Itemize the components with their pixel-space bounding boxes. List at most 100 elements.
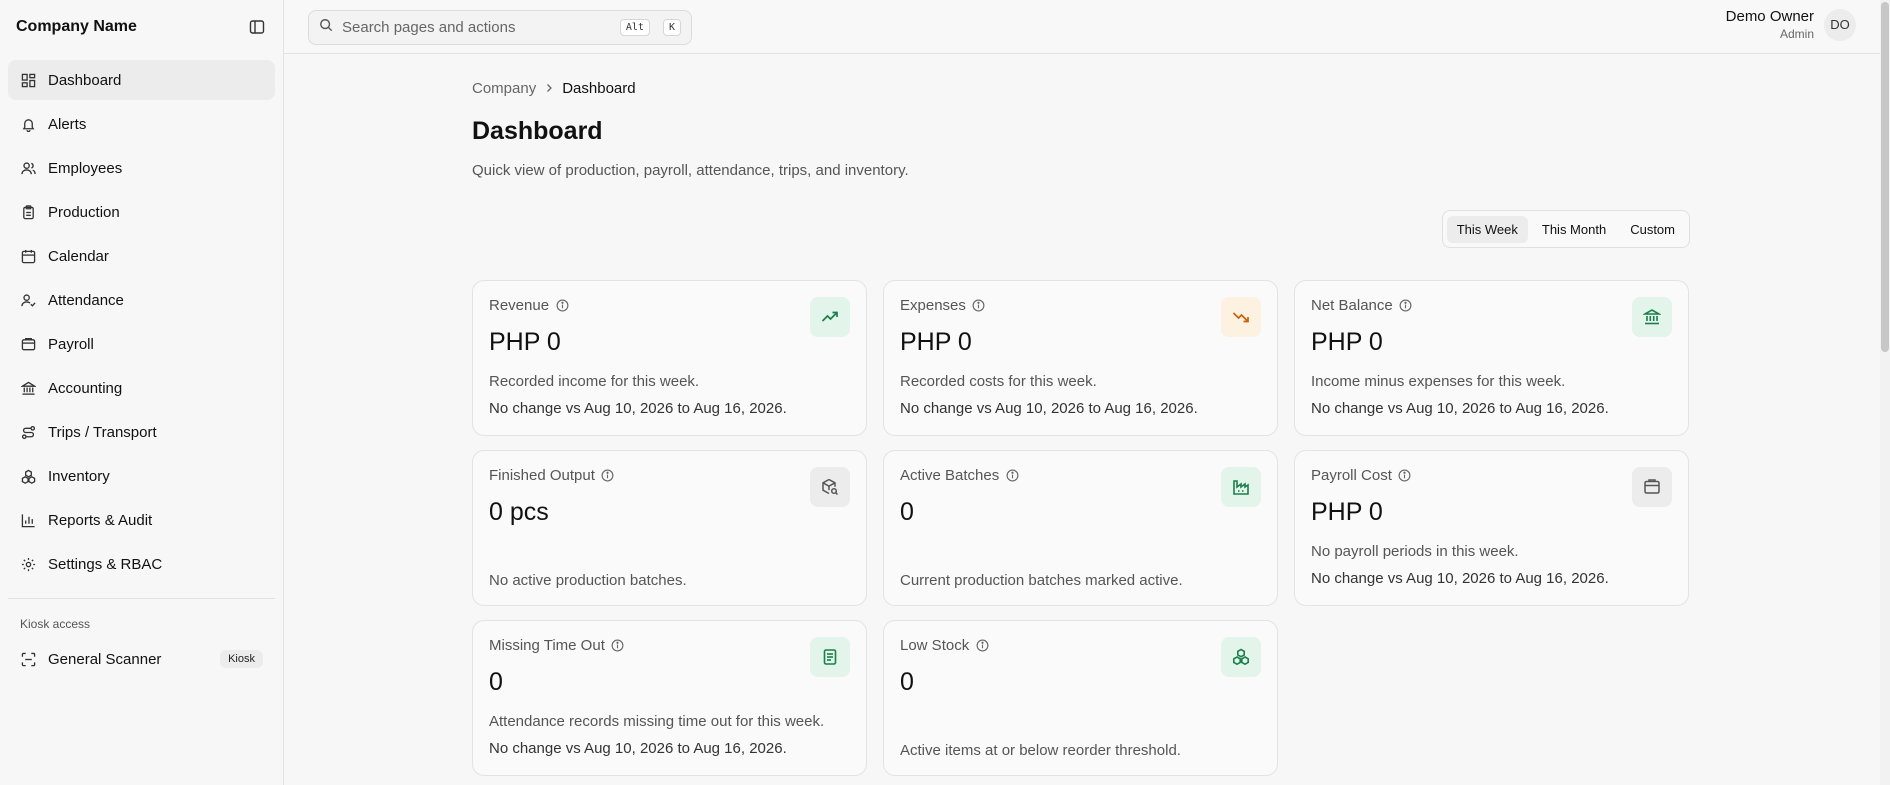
trending-up-icon [810, 297, 850, 337]
card-title: Low Stock [900, 637, 970, 654]
card-description: Recorded costs for this week. [900, 373, 1097, 390]
user-info: Demo Owner Admin [1726, 8, 1814, 41]
sidebar-item-calendar[interactable]: Calendar [8, 236, 275, 276]
chevron-right-icon [544, 80, 554, 97]
company-name: Company Name [16, 18, 137, 35]
sidebar-item-trips-transport[interactable]: Trips / Transport [8, 412, 275, 452]
info-icon[interactable] [975, 639, 989, 653]
info-icon[interactable] [611, 639, 625, 653]
card-value: 0 [489, 668, 503, 696]
sidebar-item-label: Dashboard [48, 71, 122, 89]
kiosk-nav: General Scanner Kiosk [0, 639, 283, 679]
bar-chart-icon [20, 512, 36, 528]
sidebar-item-settings-rbac[interactable]: Settings & RBAC [8, 544, 275, 584]
sidebar-item-label: Attendance [48, 291, 124, 309]
range-custom-button[interactable]: Custom [1620, 216, 1685, 243]
card-title: Revenue [489, 297, 550, 314]
sidebar-item-label: Reports & Audit [48, 511, 153, 529]
clipboard-icon [20, 204, 36, 220]
shortcut-key-k: K [662, 19, 681, 36]
factory-icon [1221, 467, 1261, 507]
card-description: Current production batches marked active… [900, 572, 1183, 589]
sidebar-item-label: Accounting [48, 379, 123, 397]
card-description: Income minus expenses for this week. [1311, 373, 1566, 390]
card-title: Missing Time Out [489, 637, 605, 654]
card-value: 0 [900, 498, 914, 526]
search-icon [319, 18, 333, 37]
card-value: PHP 0 [900, 328, 972, 356]
calendar-icon [20, 248, 36, 264]
card-value: PHP 0 [1311, 498, 1383, 526]
sidebar-item-reports-audit[interactable]: Reports & Audit [8, 500, 275, 540]
card-value: PHP 0 [1311, 328, 1383, 356]
sidebar-item-production[interactable]: Production [8, 192, 275, 232]
net-balance-card: Net Balance PHP 0 Income minus expenses … [1294, 280, 1689, 436]
info-icon[interactable] [1005, 469, 1019, 483]
card-change: No change vs Aug 10, 2026 to Aug 16, 202… [489, 400, 787, 417]
info-icon[interactable] [1399, 299, 1413, 313]
card-description: Active items at or below reorder thresho… [900, 742, 1181, 759]
info-icon[interactable] [555, 299, 569, 313]
breadcrumb-dashboard: Dashboard [562, 80, 636, 97]
wallet-icon [20, 336, 36, 352]
avatar[interactable]: DO [1824, 8, 1856, 41]
card-change: No change vs Aug 10, 2026 to Aug 16, 202… [1311, 400, 1609, 417]
scrollbar[interactable] [1880, 0, 1890, 785]
sidebar: Company Name Dashboard Alerts Employees … [0, 0, 284, 785]
sidebar-item-inventory[interactable]: Inventory [8, 456, 275, 496]
payroll-cost-card: Payroll Cost PHP 0 No payroll periods in… [1294, 450, 1689, 606]
scrollbar-thumb[interactable] [1881, 2, 1889, 352]
card-title: Expenses [900, 297, 966, 314]
sidebar-nav: Dashboard Alerts Employees Production Ca… [0, 54, 283, 584]
sidebar-item-alerts[interactable]: Alerts [8, 104, 275, 144]
card-change: No change vs Aug 10, 2026 to Aug 16, 202… [1311, 570, 1609, 587]
card-description: No active production batches. [489, 572, 687, 589]
card-value: 0 [900, 668, 914, 696]
revenue-card: Revenue PHP 0 Recorded income for this w… [472, 280, 867, 436]
dashboard-icon [20, 72, 36, 88]
boxes-icon [1221, 637, 1261, 677]
info-icon[interactable] [601, 469, 615, 483]
range-this-month-button[interactable]: This Month [1532, 216, 1616, 243]
sidebar-header: Company Name [0, 0, 283, 54]
sidebar-item-payroll[interactable]: Payroll [8, 324, 275, 364]
breadcrumb: Company Dashboard [472, 80, 1690, 97]
search-input[interactable]: Search pages and actions Alt K [308, 10, 692, 45]
sidebar-item-accounting[interactable]: Accounting [8, 368, 275, 408]
breadcrumb-company[interactable]: Company [472, 80, 536, 97]
card-change: No change vs Aug 10, 2026 to Aug 16, 202… [489, 740, 787, 757]
user-menu[interactable]: Demo Owner Admin DO [1726, 8, 1856, 41]
kiosk-section-label: Kiosk access [20, 617, 91, 631]
sidebar-item-label: Inventory [48, 467, 110, 485]
wallet-icon [1632, 467, 1672, 507]
card-value: PHP 0 [489, 328, 561, 356]
package-search-icon [810, 467, 850, 507]
card-description: Recorded income for this week. [489, 373, 700, 390]
card-description: No payroll periods in this week. [1311, 543, 1519, 560]
kiosk-badge: Kiosk [220, 650, 263, 668]
sidebar-item-label: Settings & RBAC [48, 555, 163, 573]
main-content: Company Dashboard Dashboard Quick view o… [472, 54, 1690, 776]
range-this-week-button[interactable]: This Week [1446, 215, 1528, 243]
info-icon[interactable] [972, 299, 986, 313]
shortcut-key-alt: Alt [619, 19, 650, 36]
card-change: No change vs Aug 10, 2026 to Aug 16, 202… [900, 400, 1198, 417]
info-icon[interactable] [1398, 469, 1412, 483]
card-value: 0 pcs [489, 498, 549, 526]
card-title: Net Balance [1311, 297, 1393, 314]
bank-icon [1632, 297, 1672, 337]
users-icon [20, 160, 36, 176]
sidebar-item-employees[interactable]: Employees [8, 148, 275, 188]
sidebar-item-attendance[interactable]: Attendance [8, 280, 275, 320]
sidebar-toggle-icon[interactable] [247, 17, 267, 37]
page-subtitle: Quick view of production, payroll, atten… [472, 162, 909, 179]
sidebar-item-label: Employees [48, 159, 123, 177]
low-stock-card: Low Stock 0 Active items at or below reo… [883, 620, 1278, 776]
sidebar-item-dashboard[interactable]: Dashboard [8, 60, 275, 100]
search-placeholder: Search pages and actions [342, 19, 516, 36]
sidebar-item-label: Calendar [48, 247, 109, 265]
sidebar-item-general-scanner[interactable]: General Scanner Kiosk [8, 639, 275, 679]
sidebar-item-label: Payroll [48, 335, 94, 353]
boxes-icon [20, 468, 36, 484]
topbar: Search pages and actions Alt K Demo Owne… [284, 0, 1880, 54]
